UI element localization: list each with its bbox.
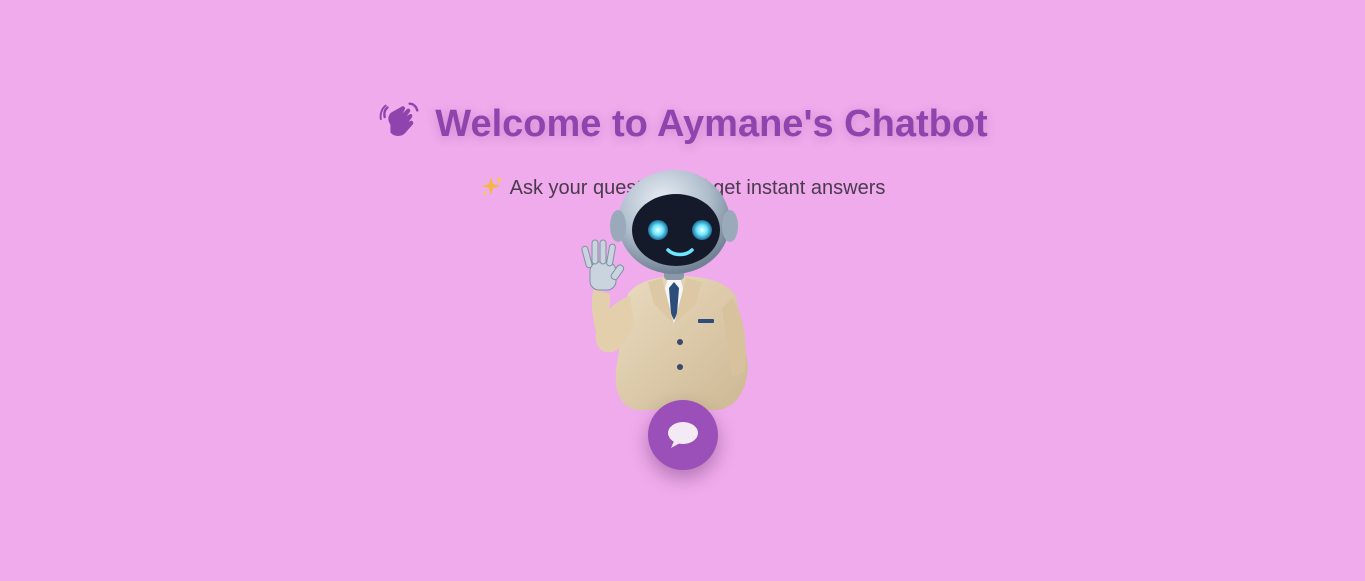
sparkles-icon [480, 174, 504, 198]
page-title: Welcome to Aymane's Chatbot [0, 96, 1365, 146]
robot-mascot-waving-icon [576, 164, 760, 414]
open-chat-button[interactable] [648, 400, 718, 470]
waving-hand-icon [377, 96, 423, 142]
welcome-page: Welcome to Aymane's Chatbot Ask your que… [0, 0, 1365, 581]
title-text: Welcome to Aymane's Chatbot [435, 103, 988, 145]
chat-bubble-icon [668, 422, 698, 448]
